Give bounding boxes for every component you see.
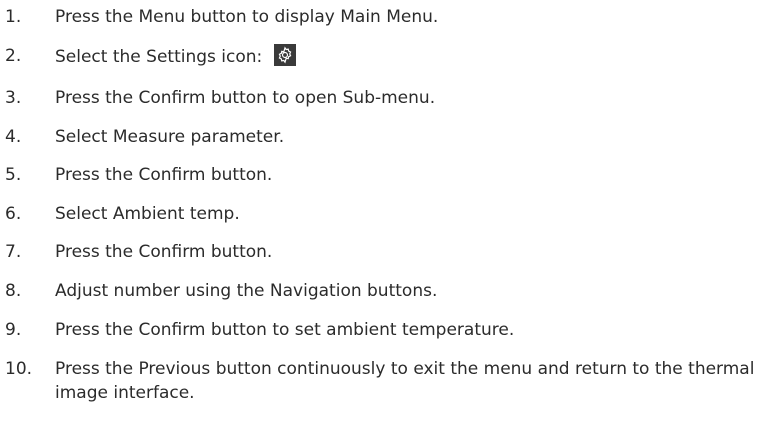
step-text: Select Measure parameter. bbox=[55, 127, 285, 147]
step-text: Adjust number using the Navigation butto… bbox=[55, 281, 438, 301]
step-number: 3. bbox=[5, 88, 22, 108]
step-text: Select Ambient temp. bbox=[55, 204, 240, 224]
step-number: 6. bbox=[5, 204, 22, 224]
step-text: Select the Settings icon: bbox=[55, 47, 263, 67]
step-text: Press the Previous button continuously t… bbox=[55, 359, 755, 403]
step-number: 10. bbox=[5, 359, 33, 379]
step-number: 8. bbox=[5, 281, 22, 301]
step-text-with-icon: Select the Settings icon: bbox=[55, 44, 760, 69]
settings-gear-icon bbox=[273, 44, 296, 66]
step-number: 7. bbox=[5, 242, 22, 262]
step-number: 2. bbox=[5, 46, 22, 66]
step-number: 5. bbox=[5, 165, 22, 185]
step-number: 4. bbox=[5, 127, 22, 147]
step-text: Press the Confirm button. bbox=[55, 242, 273, 262]
step-text: Press the Confirm button to open Sub-men… bbox=[55, 88, 436, 108]
step-number: 1. bbox=[5, 7, 22, 27]
step-text: Press the Menu button to display Main Me… bbox=[55, 7, 439, 27]
step-number: 9. bbox=[5, 320, 22, 340]
step-text: Press the Confirm button to set ambient … bbox=[55, 320, 515, 340]
step-text: Press the Confirm button. bbox=[55, 165, 273, 185]
